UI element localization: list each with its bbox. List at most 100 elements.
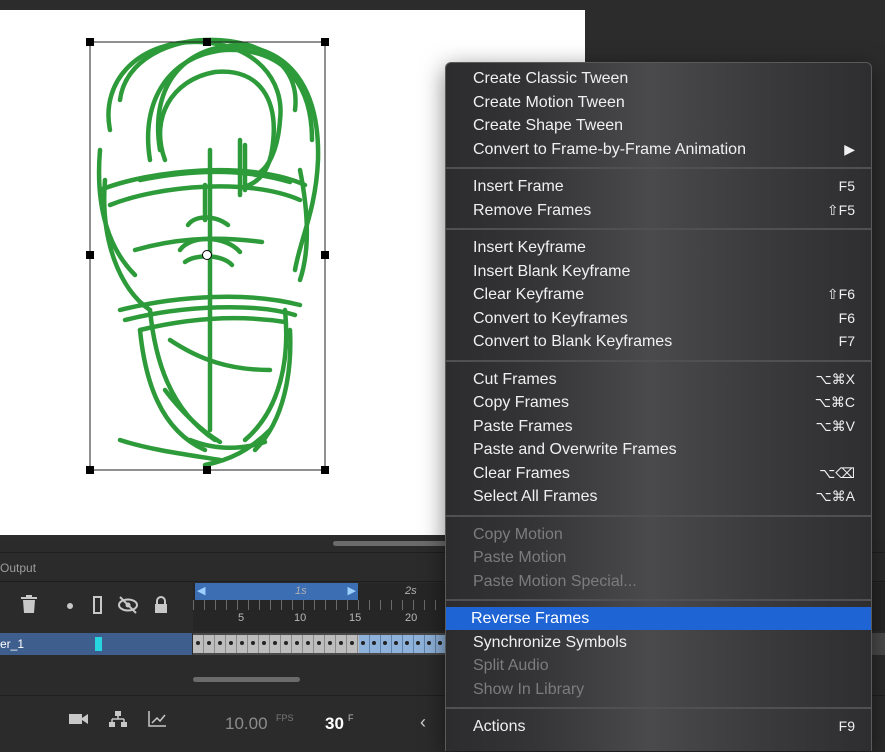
menu-item-label: Split Audio [473,657,549,674]
menu-item-reverse-frames[interactable]: Reverse Frames [446,607,871,630]
outline-icon[interactable] [86,595,108,620]
timeline-context-menu: Create Classic Tween Create Motion Tween C… [445,62,872,751]
keyframe-dot [207,641,211,645]
menu-item-label: Create Shape Tween [473,117,624,134]
keyframe-dot [273,641,277,645]
menu-item-label: Reverse Frames [471,610,590,627]
menu-item-cut-frames[interactable]: Cut Frames ⌥⌘X [448,368,869,391]
trash-icon[interactable] [18,595,40,620]
menu-item-paste-motion: Paste Motion [448,546,869,569]
range-end-marker-icon[interactable]: ▶ [348,583,356,600]
menu-item-shortcut: ⌥⌘X [815,370,855,387]
layer-toolbar [0,583,192,629]
lock-icon[interactable] [150,595,172,620]
menu-item-label: Paste and Overwrite Frames [473,441,677,458]
menu-item-label: Copy Frames [473,394,570,411]
keyframe-dot [229,641,233,645]
menu-item-label: Create Classic Tween [473,70,629,87]
menu-item-show-in-library: Show In Library [448,678,869,701]
menu-item-split-audio: Split Audio [448,654,869,677]
keyframe-dot [328,641,332,645]
menu-item-label: Actions [473,718,526,735]
menu-item-shortcut: ⌥⌘C [814,394,855,410]
keyframe-dot [361,641,365,645]
menu-item-copy-motion: Copy Motion [448,523,869,546]
camera-icon[interactable] [68,710,90,733]
fps-unit: FPS [276,713,294,723]
menu-item-label: Insert Frame [473,178,564,195]
menu-item-label: Clear Frames [473,464,570,482]
tab-output[interactable]: Output [0,557,40,579]
menu-item-convert-to-keyframes[interactable]: Convert to Keyframes F6 [448,307,869,330]
menu-item-shortcut: ⇧F5 [826,201,855,218]
keyframe-dot [394,641,398,645]
menu-item-copy-frames[interactable]: Copy Frames ⌥⌘C [448,391,869,414]
menu-item-insert-keyframe[interactable]: Insert Keyframe [448,236,869,259]
menu-item-label: Paste Frames [473,417,573,435]
menu-separator [446,167,871,169]
menu-item-label: Select All Frames [473,488,598,505]
menu-item-clear-frames[interactable]: Clear Frames ⌥⌫ [448,462,869,485]
menu-item-select-all-frames[interactable]: Select All Frames ⌥⌘A [448,485,869,508]
menu-item-shortcut: F5 [838,178,855,194]
menu-item-insert-blank-keyframe[interactable]: Insert Blank Keyframe [448,260,869,283]
menu-item-label: Remove Frames [473,201,592,219]
keyframe-dot [350,641,354,645]
ruler-label-2s: 2s [405,585,417,597]
current-frame-value[interactable]: 30 [325,714,344,734]
keyframe-dot [383,641,387,645]
menu-item-create-shape-tween[interactable]: Create Shape Tween [448,114,869,137]
fps-value[interactable]: 10.00 [225,714,268,734]
keyframe-dot [240,641,244,645]
menu-item-label: Cut Frames [473,370,557,388]
menu-item-label: Synchronize Symbols [473,633,627,651]
menu-item-label: Show In Library [473,680,585,698]
menu-item-create-motion-tween[interactable]: Create Motion Tween [448,91,869,114]
menu-item-label: Create Motion Tween [473,93,625,111]
keyframe-dot [306,641,310,645]
eye-slash-icon[interactable] [117,595,139,620]
range-start-marker-icon[interactable]: ◀ [197,583,205,600]
chevron-left-icon[interactable]: ‹ [420,712,426,733]
menu-item-shortcut: ⇧F6 [826,286,855,302]
layer-row[interactable]: er_1 [0,633,192,655]
keyframe-dot [317,641,321,645]
menu-item-actions[interactable]: Actions F9 [448,715,869,738]
menu-item-label: Paste Motion Special... [473,572,637,590]
layer-name[interactable]: er_1 [0,633,24,655]
menu-separator [446,707,871,709]
menu-item-label: Convert to Blank Keyframes [473,333,673,350]
graph-icon[interactable] [146,710,168,733]
menu-item-shortcut: F6 [838,309,855,326]
keyframe-dot [284,641,288,645]
menu-item-paste-and-overwrite-frames[interactable]: Paste and Overwrite Frames [448,438,869,461]
keyframe-dot [196,641,200,645]
frame-number: 10 [294,612,307,624]
ruler-ticks [193,600,453,610]
menu-item-shortcut: ⌥⌘A [815,488,855,504]
playback-range-bar[interactable]: ◀ 1s ▶ [195,583,358,600]
menu-item-label: Insert Blank Keyframe [473,262,631,280]
menu-item-clear-keyframe[interactable]: Clear Keyframe ⇧F6 [448,283,869,306]
menu-item-create-classic-tween[interactable]: Create Classic Tween [448,67,869,90]
timeline-horizontal-scrollbar[interactable] [193,677,300,682]
menu-item-paste-frames[interactable]: Paste Frames ⌥⌘V [448,415,869,438]
menu-item-remove-frames[interactable]: Remove Frames ⇧F5 [448,199,869,222]
menu-item-shortcut: ⌥⌘V [815,417,855,434]
hierarchy-icon[interactable] [107,710,129,733]
menu-item-shortcut: ⌥⌫ [819,464,855,481]
dot-icon[interactable] [59,595,81,620]
menu-item-insert-frame[interactable]: Insert Frame F5 [448,175,869,198]
layer-color-marker [95,637,102,651]
menu-separator [446,228,871,230]
keyframe-dot [438,641,442,645]
menu-item-label: Convert to Keyframes [473,309,628,327]
ruler-label-1s: 1s [295,585,307,597]
menu-item-convert-to-frame-by-frame-animation[interactable]: Convert to Frame-by-Frame Animation ▶ [448,138,869,161]
frame-number: 5 [238,612,245,624]
menu-separator [446,359,871,362]
menu-item-synchronize-symbols[interactable]: Synchronize Symbols [448,631,869,654]
menu-item-convert-to-blank-keyframes[interactable]: Convert to Blank Keyframes F7 [448,330,869,353]
menu-item-shortcut: F7 [838,333,855,349]
menu-item-label: Clear Keyframe [473,286,585,303]
